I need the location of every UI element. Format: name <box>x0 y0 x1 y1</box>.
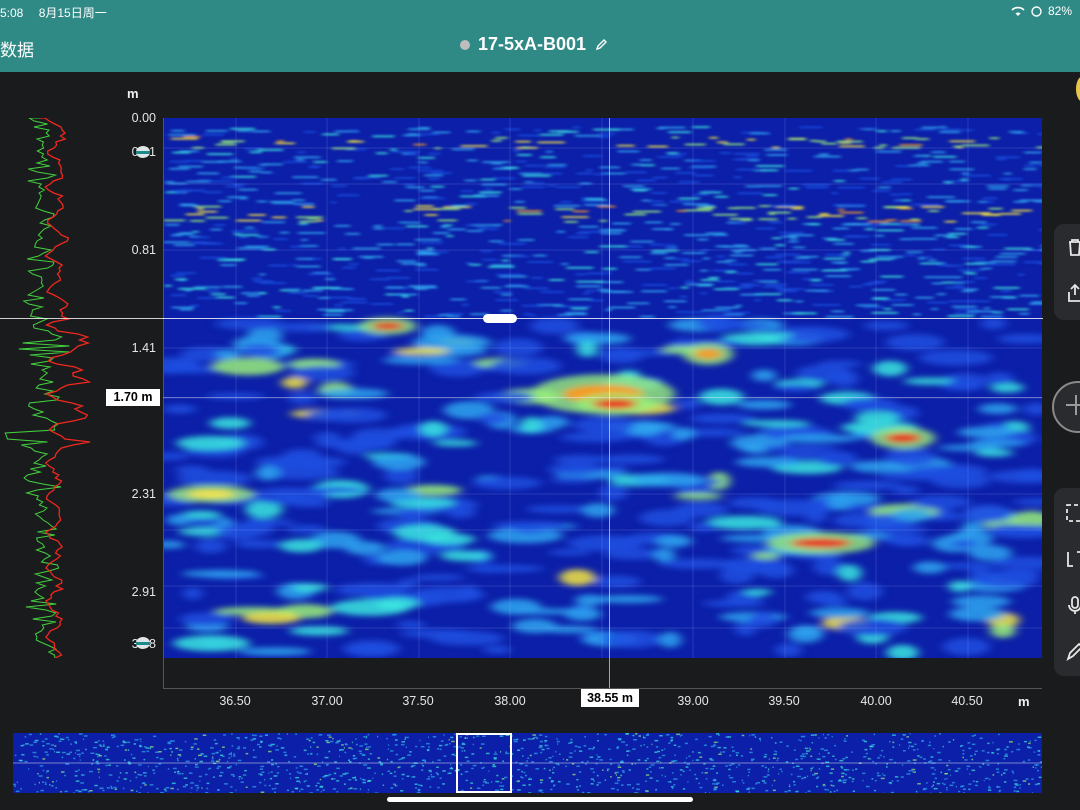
depth-marker-icon[interactable] <box>135 145 151 159</box>
y-tick: 1.41 <box>131 341 156 355</box>
x-tick: 37.00 <box>311 694 343 708</box>
y-tick: 2.91 <box>131 585 156 599</box>
x-tick: 39.00 <box>677 694 709 708</box>
x-tick: 40.50 <box>951 694 983 708</box>
home-indicator[interactable] <box>387 797 693 802</box>
x-tick: 40.00 <box>860 694 892 708</box>
back-button[interactable]: 数据 <box>0 36 34 61</box>
select-icon[interactable] <box>1064 502 1080 524</box>
edit-icon[interactable] <box>594 38 608 52</box>
pen-icon[interactable] <box>1064 640 1080 662</box>
overview-strip[interactable] <box>13 733 1042 793</box>
depth-split-line[interactable] <box>0 318 1043 319</box>
overview-viewport[interactable] <box>456 733 512 793</box>
x-tick: 39.50 <box>768 694 800 708</box>
battery-percent: 82% <box>1047 4 1072 18</box>
page-title: 17-5xA-B001 <box>478 34 587 54</box>
compare-icon[interactable] <box>1064 548 1080 570</box>
status-date: 8月15日周一 <box>38 6 107 20</box>
x-tick: 36.50 <box>219 694 251 708</box>
x-tick: 37.50 <box>402 694 434 708</box>
y-axis-line <box>163 118 164 688</box>
radargram[interactable] <box>163 118 1042 658</box>
position-cursor-label[interactable]: 38.55 m <box>581 689 639 707</box>
y-tick: 2.31 <box>131 487 156 501</box>
depth-cursor-line <box>163 397 1042 398</box>
depth-marker-icon[interactable] <box>135 636 151 650</box>
depth-cursor-label[interactable]: 1.70 m <box>106 389 160 406</box>
file-toolbar <box>1054 224 1080 320</box>
share-icon[interactable] <box>1064 282 1080 304</box>
lock-rotation-icon <box>1031 5 1042 17</box>
y-tick: 0.00 <box>131 111 156 125</box>
zoom-icon <box>1066 395 1080 415</box>
y-tick: 0.81 <box>131 243 156 257</box>
status-time: 5:08 <box>0 6 24 20</box>
mic-icon[interactable] <box>1064 594 1080 616</box>
trash-icon[interactable] <box>1064 236 1080 258</box>
position-cursor-line[interactable] <box>609 118 610 688</box>
wifi-icon <box>1011 6 1025 16</box>
a-scan-trace <box>4 118 92 658</box>
x-tick: 38.00 <box>494 694 526 708</box>
split-handle[interactable] <box>483 314 517 323</box>
analysis-toolbar <box>1054 488 1080 676</box>
file-title[interactable]: 17-5xA-B001 <box>460 34 608 55</box>
status-dot <box>460 39 470 50</box>
status-bar: 5:08 8月15日周一 82% <box>0 0 1080 22</box>
y-axis-unit: m <box>127 86 139 101</box>
zoom-button[interactable] <box>1052 381 1080 433</box>
nav-bar: 数据 17-5xA-B001 <box>0 22 1080 72</box>
x-axis-unit: m <box>1018 694 1030 709</box>
